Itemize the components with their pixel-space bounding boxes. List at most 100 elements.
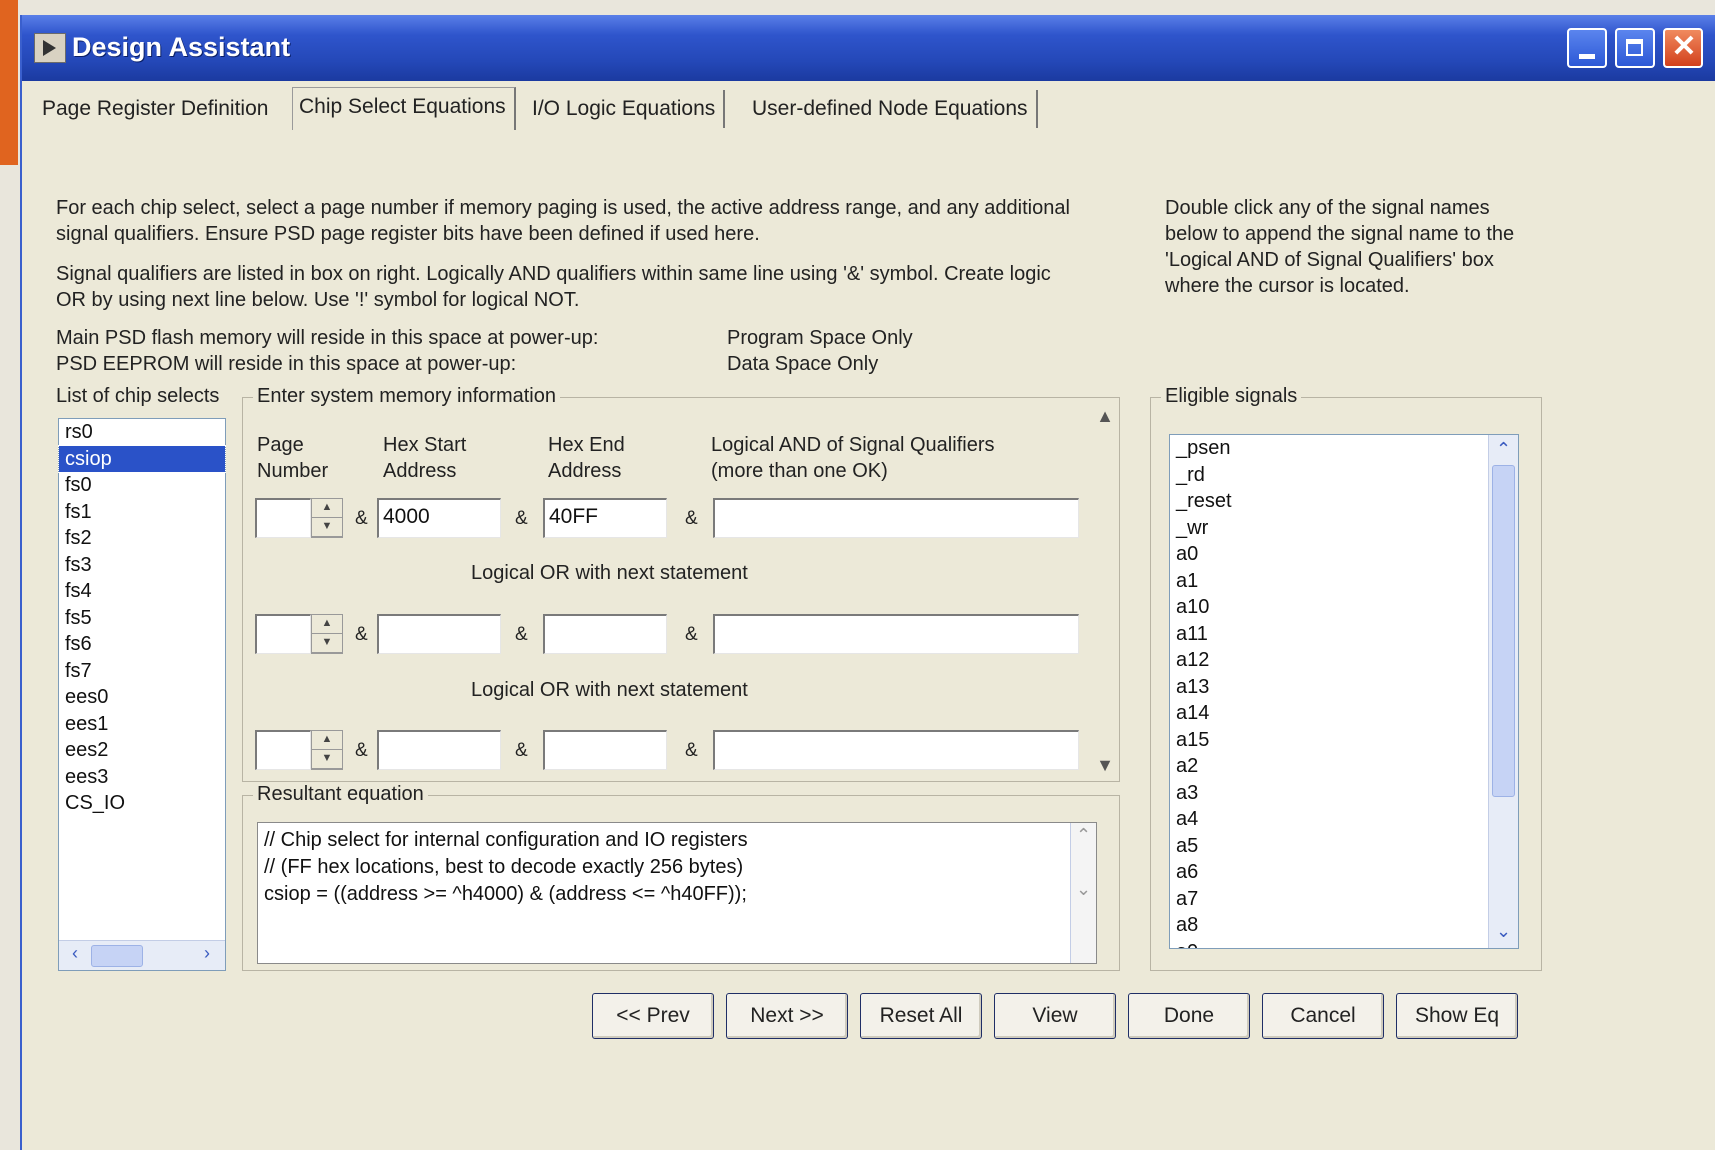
qualifiers-field[interactable]: [713, 614, 1079, 654]
done-button[interactable]: Done: [1128, 993, 1250, 1039]
eligible-signal-item[interactable]: a7: [1170, 886, 1518, 913]
chip-select-item[interactable]: ees2: [59, 737, 225, 764]
title-bar[interactable]: Design Assistant ✕: [22, 15, 1715, 81]
cancel-button[interactable]: Cancel: [1262, 993, 1384, 1039]
eligible-signal-item[interactable]: a4: [1170, 806, 1518, 833]
eligible-signals-title: Eligible signals: [1161, 385, 1302, 408]
and-symbol: &: [355, 508, 368, 529]
tab-page-register-definition[interactable]: Page Register Definition: [42, 90, 268, 128]
eligible-signal-item[interactable]: _psen: [1170, 435, 1518, 462]
eligible-signals-group: Eligible signals _psen _rd _reset _wr a0 a1 a1…: [1150, 385, 1542, 971]
close-icon: ✕: [1671, 30, 1697, 63]
page-number-field[interactable]: [255, 498, 311, 538]
scroll-up-icon[interactable]: ▲: [1093, 406, 1117, 427]
eligible-signal-item[interactable]: a3: [1170, 780, 1518, 807]
chip-select-item[interactable]: fs5: [59, 605, 225, 632]
instruction-paragraph-2: Signal qualifiers are listed in box on r…: [56, 263, 1051, 311]
hex-start-field[interactable]: [377, 614, 501, 654]
close-button[interactable]: ✕: [1663, 28, 1703, 68]
maximize-button[interactable]: [1615, 28, 1655, 68]
eligible-signal-item[interactable]: a9: [1170, 939, 1518, 949]
spin-down-icon[interactable]: ▼: [312, 518, 342, 537]
system-memory-scrollbar[interactable]: ▲ ▼: [1093, 406, 1117, 776]
chip-select-item[interactable]: fs2: [59, 525, 225, 552]
chip-list-horizontal-scrollbar[interactable]: ‹ ›: [59, 940, 225, 970]
view-button[interactable]: View: [994, 993, 1116, 1039]
chip-select-item[interactable]: fs1: [59, 499, 225, 526]
spin-up-icon[interactable]: ▲: [312, 731, 342, 750]
eligible-signal-item[interactable]: a10: [1170, 594, 1518, 621]
eligible-signal-item[interactable]: a13: [1170, 674, 1518, 701]
chip-select-item[interactable]: rs0: [59, 419, 225, 446]
eligible-signal-item[interactable]: a15: [1170, 727, 1518, 754]
page-number-spinner[interactable]: ▲ ▼: [311, 730, 343, 770]
chip-select-item[interactable]: fs0: [59, 472, 225, 499]
eligible-signal-item[interactable]: a8: [1170, 912, 1518, 939]
spin-up-icon[interactable]: ▲: [312, 499, 342, 518]
design-assistant-window: Design Assistant ✕ Page Register Definit…: [20, 15, 1715, 1150]
tab-user-defined-node-equations[interactable]: User-defined Node Equations: [752, 90, 1038, 128]
spin-up-icon[interactable]: ▲: [312, 615, 342, 634]
eligible-signal-item[interactable]: a2: [1170, 753, 1518, 780]
page-number-field[interactable]: [255, 614, 311, 654]
hex-end-field[interactable]: [543, 614, 667, 654]
chip-select-item[interactable]: fs3: [59, 552, 225, 579]
qualifiers-field[interactable]: [713, 730, 1079, 770]
hex-end-header: Hex End Address: [548, 434, 625, 482]
scroll-left-icon[interactable]: ‹: [63, 943, 87, 964]
scroll-up-icon[interactable]: ⌃: [1489, 439, 1518, 460]
hex-end-field[interactable]: [543, 730, 667, 770]
chip-select-item[interactable]: ees3: [59, 764, 225, 791]
eligible-signal-item[interactable]: _wr: [1170, 515, 1518, 542]
reset-all-button[interactable]: Reset All: [860, 993, 982, 1039]
resultant-equation-text[interactable]: // Chip select for internal configuratio…: [257, 822, 1097, 964]
scroll-right-icon[interactable]: ›: [195, 943, 219, 964]
eligible-signal-item[interactable]: _rd: [1170, 462, 1518, 489]
chip-select-list[interactable]: rs0 csiop fs0 fs1 fs2 fs3 fs4 fs5 fs6 fs7 ees0 ees1…: [58, 418, 226, 971]
eligible-signal-item[interactable]: a12: [1170, 647, 1518, 674]
chip-select-item[interactable]: fs7: [59, 658, 225, 685]
page-number-spinner[interactable]: ▲ ▼: [311, 498, 343, 538]
chip-selects-label: List of chip selects: [56, 385, 220, 407]
instruction-paragraph-1: For each chip select, select a page numb…: [56, 197, 1070, 245]
scroll-down-icon[interactable]: ⌄: [1071, 879, 1096, 900]
tab-chip-select-equations[interactable]: Chip Select Equations: [292, 87, 516, 130]
eligible-signal-item[interactable]: a11: [1170, 621, 1518, 648]
scroll-up-icon[interactable]: ⌃: [1071, 825, 1096, 846]
next-button[interactable]: Next >>: [726, 993, 848, 1039]
signals-scroll-thumb[interactable]: [1492, 465, 1515, 797]
chip-select-item[interactable]: fs6: [59, 631, 225, 658]
eligible-signal-item[interactable]: a6: [1170, 859, 1518, 886]
hex-end-field[interactable]: 40FF: [543, 498, 667, 538]
page-number-field[interactable]: [255, 730, 311, 770]
show-eq-button[interactable]: Show Eq: [1396, 993, 1518, 1039]
eligible-signal-item[interactable]: a1: [1170, 568, 1518, 595]
signals-scrollbar[interactable]: ⌃ ⌄: [1488, 435, 1518, 948]
qualifiers-field[interactable]: [713, 498, 1079, 538]
minimize-button[interactable]: [1567, 28, 1607, 68]
page-number-spinner[interactable]: ▲ ▼: [311, 614, 343, 654]
spin-down-icon[interactable]: ▼: [312, 750, 342, 769]
hex-start-field[interactable]: 4000: [377, 498, 501, 538]
chip-list-scroll-thumb[interactable]: [91, 945, 143, 967]
window-title: Design Assistant: [72, 32, 291, 62]
chip-select-item[interactable]: csiop: [58, 444, 226, 473]
chip-select-item[interactable]: ees1: [59, 711, 225, 738]
eligible-signal-item[interactable]: a14: [1170, 700, 1518, 727]
equation-line: // (FF hex locations, best to decode exa…: [264, 856, 744, 878]
eligible-signal-item[interactable]: _reset: [1170, 488, 1518, 515]
hex-start-field[interactable]: [377, 730, 501, 770]
eligible-signals-list[interactable]: _psen _rd _reset _wr a0 a1 a10 a11 a12 a13 a14 a15 a…: [1169, 434, 1519, 949]
chip-select-item[interactable]: fs4: [59, 578, 225, 605]
scroll-down-icon[interactable]: ▼: [1093, 755, 1117, 776]
chip-select-item[interactable]: ees0: [59, 684, 225, 711]
eligible-signal-item[interactable]: a5: [1170, 833, 1518, 860]
chip-select-item[interactable]: CS_IO: [59, 790, 225, 817]
prev-button[interactable]: << Prev: [592, 993, 714, 1039]
spin-down-icon[interactable]: ▼: [312, 634, 342, 653]
eligible-signal-item[interactable]: a0: [1170, 541, 1518, 568]
scroll-down-icon[interactable]: ⌄: [1489, 921, 1518, 942]
tab-io-logic-equations[interactable]: I/O Logic Equations: [532, 90, 726, 128]
equation-scrollbar[interactable]: ⌃ ⌄: [1070, 823, 1096, 963]
flash-memory-label: Main PSD flash memory will reside in thi…: [56, 327, 599, 349]
